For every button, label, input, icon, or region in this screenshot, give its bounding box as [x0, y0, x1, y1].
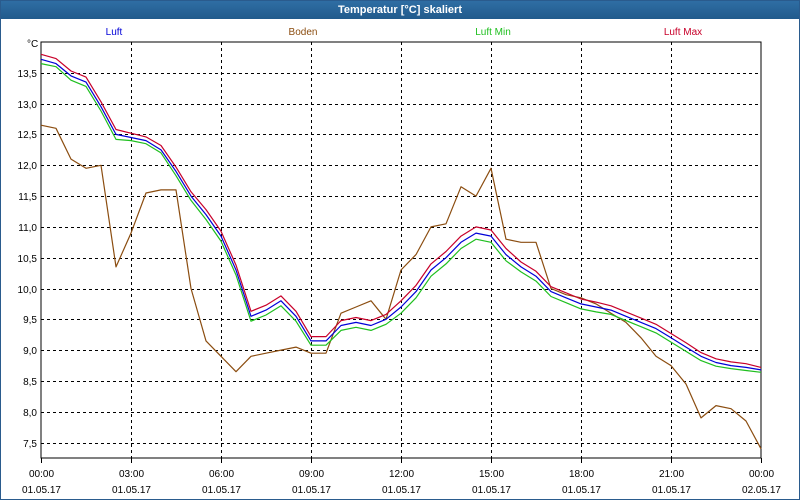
x-tick-date: 01.05.17: [112, 485, 151, 496]
legend-luft: Luft: [106, 27, 123, 38]
x-tick-time: 06:00: [209, 469, 234, 480]
x-tick-time: 15:00: [479, 469, 504, 480]
x-tick-time: 18:00: [569, 469, 594, 480]
legend-luft-max: Luft Max: [664, 27, 702, 38]
y-tick-label: 9,0: [23, 346, 37, 357]
x-tick-date: 01.05.17: [292, 485, 331, 496]
x-tick-date: 01.05.17: [202, 485, 241, 496]
y-tick-label: 10,5: [18, 254, 38, 265]
y-tick-label: 8,0: [23, 408, 37, 419]
y-tick-label: 12,0: [18, 161, 38, 172]
x-tick-time: 00:00: [749, 469, 774, 480]
y-tick-label: 7,5: [23, 439, 37, 450]
x-tick-date: 01.05.17: [562, 485, 601, 496]
chart-window: Temperatur [°C] skaliert 13,5 13,0 12,5 12,…: [0, 0, 800, 500]
x-tick-date: 01.05.17: [652, 485, 691, 496]
y-tick-label: 13,0: [18, 100, 38, 111]
x-tick-time: 12:00: [389, 469, 414, 480]
x-tick-date: 02.05.17: [742, 485, 781, 496]
line-chart: 13,5 13,0 12,5 12,0 11,5 11,0 10,5 10,0 9,5 9,0 8,…: [18, 27, 782, 496]
y-tick-label: 12,5: [18, 130, 38, 141]
x-tick-time: 03:00: [119, 469, 144, 480]
x-tick-time: 21:00: [659, 469, 684, 480]
x-tick-time: 00:00: [29, 469, 54, 480]
x-tick-date: 01.05.17: [22, 485, 61, 496]
legend-boden: Boden: [289, 27, 318, 38]
y-tick-label: 9,5: [23, 315, 37, 326]
legend-luft-min: Luft Min: [475, 27, 511, 38]
y-tick-label: 11,5: [18, 192, 37, 203]
y-tick-label: 11,0: [18, 223, 37, 234]
y-tick-label: 8,5: [23, 377, 37, 388]
x-tick-date: 01.05.17: [382, 485, 421, 496]
x-tick-time: 09:00: [299, 469, 324, 480]
y-tick-label: 13,5: [18, 69, 38, 80]
y-tick-label: 10,0: [18, 285, 38, 296]
x-tick-date: 01.05.17: [472, 485, 511, 496]
y-axis-unit: °C: [27, 39, 38, 50]
